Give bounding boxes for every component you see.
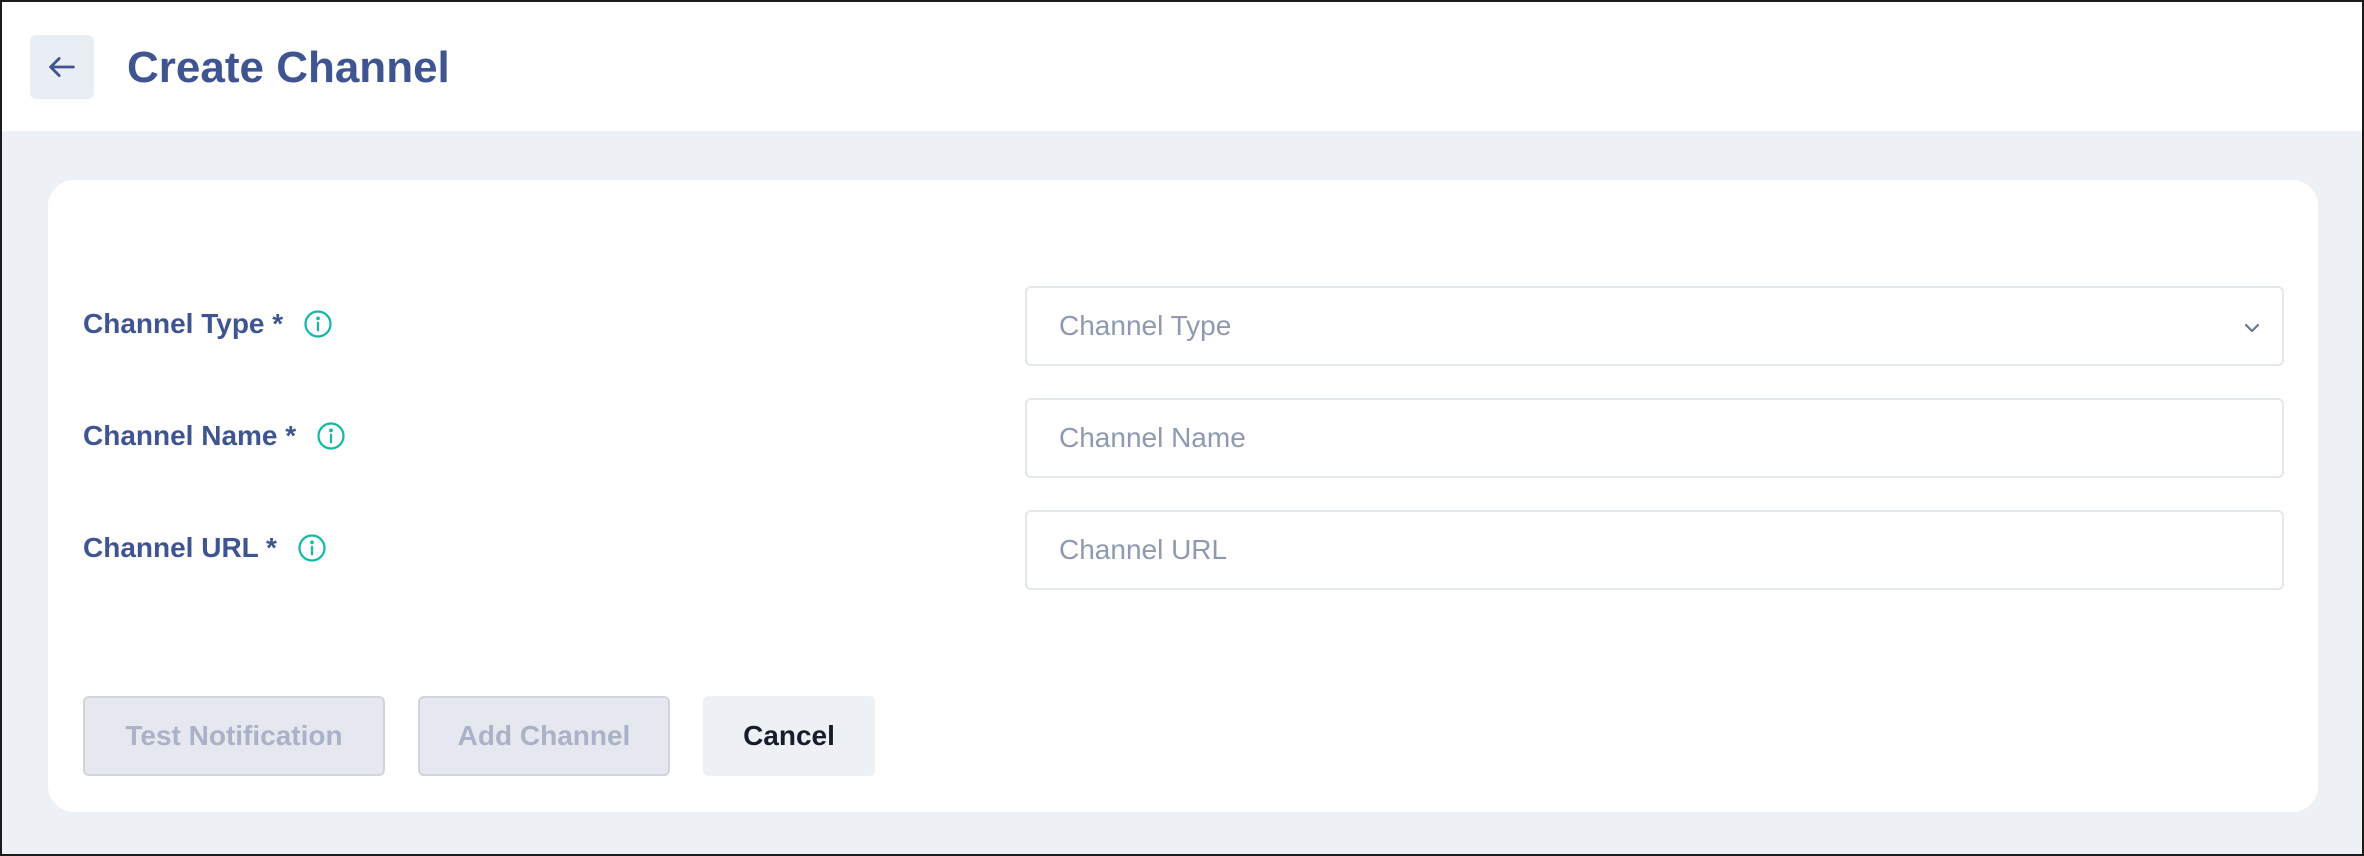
page-title: Create Channel [127, 43, 450, 92]
channel-url-label: Channel URL * [83, 532, 277, 563]
channel-type-select[interactable]: Channel Type [1025, 286, 2284, 366]
channel-url-input-wrap [1025, 510, 2284, 590]
channel-type-placeholder: Channel Type [1059, 310, 1232, 341]
form-card: Channel Type * Channel Type Channel Name… [48, 180, 2318, 812]
add-channel-button[interactable]: Add Channel [418, 696, 670, 776]
arrow-left-icon [49, 57, 75, 77]
channel-url-label-row: Channel URL * [83, 528, 327, 568]
info-circle-icon[interactable] [297, 533, 327, 563]
channel-name-label: Channel Name * [83, 420, 297, 451]
info-circle-icon[interactable] [316, 421, 346, 451]
channel-type-label: Channel Type * [83, 308, 284, 339]
back-button[interactable] [30, 35, 94, 99]
channel-type-label-row: Channel Type * [83, 304, 333, 344]
chevron-down-icon [2244, 323, 2260, 333]
channel-name-input-wrap [1025, 398, 2284, 478]
page-header: Create Channel [2, 2, 2362, 131]
test-notification-button[interactable]: Test Notification [83, 696, 385, 776]
channel-url-input[interactable] [1059, 512, 2282, 588]
channel-name-input[interactable] [1059, 400, 2282, 476]
cancel-button[interactable]: Cancel [703, 696, 875, 776]
info-circle-icon[interactable] [303, 309, 333, 339]
channel-name-label-row: Channel Name * [83, 416, 346, 456]
app-frame: Create Channel Channel Type * Channel Ty… [0, 0, 2364, 856]
